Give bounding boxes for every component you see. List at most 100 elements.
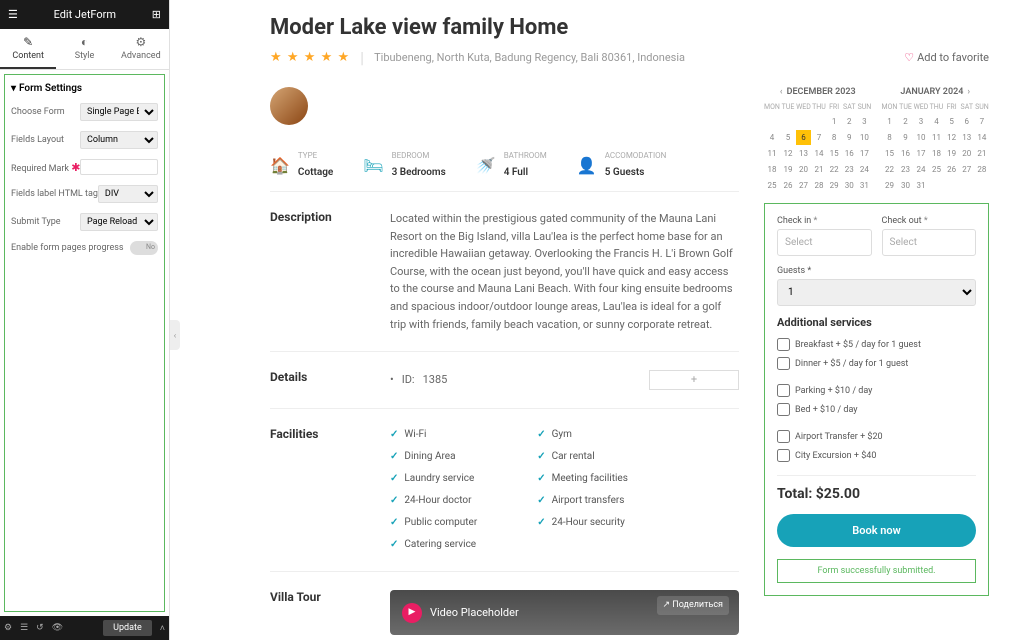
calendar-day[interactable]: 13 xyxy=(960,130,974,145)
calendar-day[interactable]: 29 xyxy=(827,178,841,193)
calendar-day[interactable]: 5 xyxy=(781,130,795,145)
service-option[interactable]: City Excursion + $40 xyxy=(777,446,976,465)
calendar-day[interactable]: 28 xyxy=(975,162,989,177)
label-tag-select[interactable]: DIV xyxy=(98,185,158,203)
calendar-day[interactable]: 23 xyxy=(842,162,856,177)
calendar-day[interactable]: 18 xyxy=(764,162,780,177)
calendar-day[interactable]: 5 xyxy=(945,114,959,129)
pages-progress-toggle[interactable] xyxy=(130,241,158,255)
service-option[interactable]: Bed + $10 / day xyxy=(777,400,976,419)
calendar-day[interactable]: 4 xyxy=(764,130,780,145)
calendar-day[interactable]: 27 xyxy=(796,178,811,193)
guests-select[interactable]: 1 xyxy=(777,279,976,306)
calendar-day[interactable]: 13 xyxy=(796,146,811,161)
tab-advanced[interactable]: ⚙Advanced xyxy=(113,29,169,69)
cal-next[interactable]: › xyxy=(967,87,970,97)
calendar-day[interactable]: 17 xyxy=(914,146,929,161)
calendar-day[interactable]: 3 xyxy=(857,114,871,129)
calendar-day[interactable]: 21 xyxy=(975,146,989,161)
calendar-day[interactable]: 6 xyxy=(960,114,974,129)
book-now-button[interactable]: Book now xyxy=(777,514,976,547)
service-checkbox[interactable] xyxy=(777,338,790,351)
calendar-day[interactable]: 17 xyxy=(857,146,871,161)
choose-form-select[interactable]: Single Page Booking xyxy=(80,103,158,121)
calendar-day[interactable]: 24 xyxy=(914,162,929,177)
history-icon[interactable]: ↺ xyxy=(36,623,44,633)
calendar-day[interactable]: 7 xyxy=(812,130,826,145)
calendar-day[interactable]: 25 xyxy=(929,162,943,177)
calendar-day[interactable]: 30 xyxy=(898,178,912,193)
service-option[interactable]: Dinner + $5 / day for 1 guest xyxy=(777,354,976,373)
calendar-day[interactable]: 31 xyxy=(857,178,871,193)
calendar-day[interactable]: 16 xyxy=(842,146,856,161)
layers-icon[interactable]: ☰ xyxy=(20,623,28,633)
update-button[interactable]: Update xyxy=(103,620,152,636)
calendar-day[interactable]: 26 xyxy=(945,162,959,177)
apps-icon[interactable]: ⊞ xyxy=(152,8,161,21)
service-option[interactable]: Parking + $10 / day xyxy=(777,381,976,400)
menu-icon[interactable]: ☰ xyxy=(8,8,18,21)
calendar-day[interactable]: 12 xyxy=(945,130,959,145)
preview-icon[interactable]: 👁 xyxy=(52,623,63,633)
calendar-day[interactable]: 22 xyxy=(827,162,841,177)
service-checkbox[interactable] xyxy=(777,403,790,416)
host-avatar[interactable] xyxy=(270,87,308,125)
calendar-day[interactable]: 9 xyxy=(842,130,856,145)
calendar-day[interactable]: 20 xyxy=(960,146,974,161)
section-title[interactable]: ▾Form Settings xyxy=(9,79,160,98)
service-checkbox[interactable] xyxy=(777,430,790,443)
calendar-day[interactable]: 10 xyxy=(857,130,871,145)
service-option[interactable]: Breakfast + $5 / day for 1 guest xyxy=(777,335,976,354)
video-placeholder[interactable]: ▶ Video Placeholder ↗ Поделиться xyxy=(390,590,739,635)
cal-prev[interactable]: ‹ xyxy=(780,87,783,97)
service-checkbox[interactable] xyxy=(777,384,790,397)
submit-type-select[interactable]: Page Reload xyxy=(80,213,158,231)
service-checkbox[interactable] xyxy=(777,449,790,462)
calendar-day[interactable]: 3 xyxy=(914,114,929,129)
calendar-day[interactable]: 31 xyxy=(914,178,929,193)
calendar-day[interactable]: 11 xyxy=(764,146,780,161)
calendar-day[interactable]: 29 xyxy=(882,178,898,193)
calendar-day[interactable]: 8 xyxy=(827,130,841,145)
calendar-day[interactable]: 1 xyxy=(882,114,898,129)
calendar-day[interactable]: 25 xyxy=(764,178,780,193)
calendar-day[interactable]: 1 xyxy=(827,114,841,129)
calendar-day[interactable]: 4 xyxy=(929,114,943,129)
calendar-day[interactable]: 15 xyxy=(882,146,898,161)
settings-icon[interactable]: ⚙ xyxy=(4,623,12,633)
calendar-day[interactable]: 27 xyxy=(960,162,974,177)
calendar-day[interactable]: 28 xyxy=(812,178,826,193)
fields-layout-select[interactable]: Column xyxy=(80,131,158,149)
chevron-up-icon[interactable]: ˄ xyxy=(160,623,165,634)
calendar-day[interactable]: 11 xyxy=(929,130,943,145)
add-detail-button[interactable]: + xyxy=(649,370,739,390)
calendar-day[interactable]: 14 xyxy=(812,146,826,161)
checkout-input[interactable]: Select xyxy=(882,229,977,256)
calendar-day[interactable]: 24 xyxy=(857,162,871,177)
calendar-day[interactable]: 8 xyxy=(882,130,898,145)
required-mark-input[interactable] xyxy=(80,159,158,175)
calendar-day[interactable]: 19 xyxy=(945,146,959,161)
calendar-day[interactable]: 19 xyxy=(781,162,795,177)
calendar-day[interactable]: 7 xyxy=(975,114,989,129)
calendar-day[interactable]: 30 xyxy=(842,178,856,193)
calendar-day[interactable]: 6 xyxy=(796,130,811,145)
calendar-day[interactable]: 12 xyxy=(781,146,795,161)
calendar-day[interactable]: 15 xyxy=(827,146,841,161)
calendar-day[interactable]: 21 xyxy=(812,162,826,177)
calendar-day[interactable]: 2 xyxy=(842,114,856,129)
calendar-day[interactable]: 23 xyxy=(898,162,912,177)
calendar-day[interactable]: 10 xyxy=(914,130,929,145)
checkin-input[interactable]: Select xyxy=(777,229,872,256)
calendar-day[interactable]: 26 xyxy=(781,178,795,193)
calendar-day[interactable]: 9 xyxy=(898,130,912,145)
tab-style[interactable]: ◐Style xyxy=(56,29,112,69)
service-option[interactable]: Airport Transfer + $20 xyxy=(777,427,976,446)
tab-content[interactable]: ✎Content xyxy=(0,29,56,69)
share-button[interactable]: ↗ Поделиться xyxy=(657,596,730,614)
calendar-day[interactable]: 18 xyxy=(929,146,943,161)
calendar-day[interactable]: 16 xyxy=(898,146,912,161)
service-checkbox[interactable] xyxy=(777,357,790,370)
calendar-day[interactable]: 14 xyxy=(975,130,989,145)
calendar-day[interactable]: 20 xyxy=(796,162,811,177)
